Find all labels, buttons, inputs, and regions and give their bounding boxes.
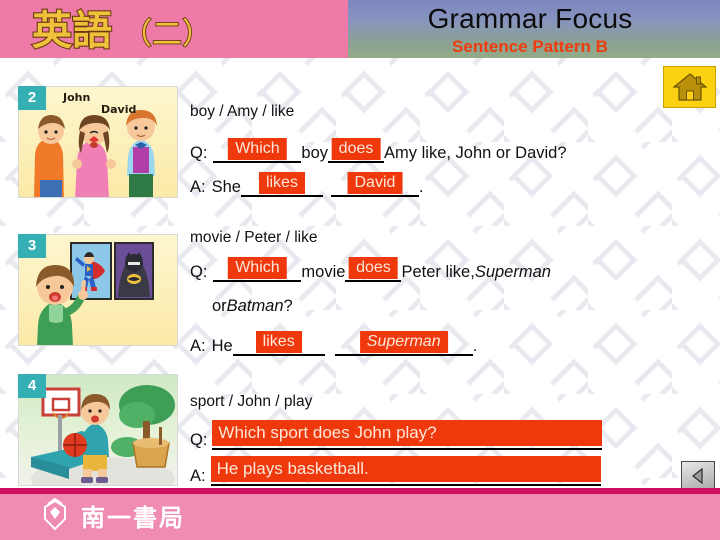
item-answer-line: A: He likes Superman . [190, 331, 478, 356]
publisher-logo: 南一書局 [38, 496, 185, 534]
q-text-1: movie [301, 263, 346, 281]
item-cue: sport / John / play [190, 393, 313, 410]
answer-blank[interactable]: does [328, 138, 385, 163]
picture-label-david: David [101, 103, 136, 116]
item-cue: boy / Amy / like [190, 103, 295, 120]
publisher-name: 南一書局 [81, 503, 185, 532]
a-label: A: [190, 467, 206, 485]
q-text-2: Amy like, John or David? [384, 144, 567, 162]
item-question-line: Q: Which sport does John play? [190, 420, 603, 450]
item-cue: movie / Peter / like [190, 229, 318, 246]
answer-chip: Which [228, 138, 287, 160]
item-question-wrap-line: or Batman ? [212, 297, 293, 316]
wrap-text-0: or [212, 297, 227, 315]
subject-logo: 英語 （二） [30, 4, 330, 56]
answer-blank[interactable]: Superman [334, 331, 473, 356]
item-question-line: Q: Which movie does Peter like, Superman [190, 257, 551, 282]
a-text-end: . [472, 337, 478, 355]
answer-chip: David [347, 172, 403, 194]
a-label: A: [190, 337, 206, 355]
q-label: Q: [190, 431, 208, 449]
home-button[interactable] [663, 66, 716, 108]
item-answer-line: A: She likes David . [190, 172, 424, 197]
answer-blank[interactable]: does [345, 257, 402, 282]
answer-blank[interactable]: likes [240, 172, 323, 197]
answer-blank[interactable]: Which [213, 257, 302, 282]
answer-blank[interactable]: likes [232, 331, 325, 356]
q-label: Q: [190, 144, 208, 162]
answer-chip: He plays basketball. [210, 456, 601, 482]
slide: 英語 （二） Grammar Focus Sentence Pattern B … [0, 0, 720, 540]
item-question-line: Q: Which boy does Amy like, John or Davi… [190, 138, 567, 163]
q-text-1: boy [301, 144, 329, 162]
a-text-0: He [211, 337, 233, 355]
svg-text:（二）: （二） [122, 17, 212, 52]
item-number-badge: 4 [18, 374, 46, 398]
a-text-end: . [418, 178, 424, 196]
answer-blank[interactable]: David [330, 172, 419, 197]
page-title: Grammar Focus [427, 3, 633, 34]
q-title-batman: Batman [226, 297, 284, 315]
q-text-2: Peter like, [401, 263, 475, 281]
footer-rule [0, 488, 720, 494]
home-icon [672, 73, 707, 101]
back-arrow-icon [692, 467, 703, 485]
answer-chip: Which sport does John play? [212, 420, 603, 446]
question-answer-bar[interactable]: Which sport does John play? [212, 420, 603, 450]
svg-text:英語: 英語 [32, 8, 112, 54]
q-label: Q: [190, 263, 208, 281]
a-label: A: [190, 178, 206, 196]
wrap-text-2: ? [283, 297, 293, 315]
answer-chip: likes [258, 172, 305, 194]
answer-blank[interactable]: Which [213, 138, 302, 163]
picture-label-john: John [62, 91, 90, 104]
answer-chip: Which [228, 257, 287, 279]
item-answer-line: A: He plays basketball. [190, 456, 601, 486]
answer-chip: does [349, 257, 398, 279]
back-button[interactable] [681, 461, 715, 491]
item-number-badge: 2 [18, 86, 46, 110]
answer-chip: does [331, 138, 381, 160]
q-title-superman: Superman [474, 263, 551, 281]
page-subtitle: Sentence Pattern B [452, 37, 608, 56]
answer-chip: Superman [359, 331, 448, 353]
item-number-badge: 3 [18, 234, 46, 258]
a-text-0: She [211, 178, 241, 196]
publisher-emblem-icon [44, 498, 66, 531]
answer-answer-bar[interactable]: He plays basketball. [210, 456, 601, 486]
answer-chip: likes [255, 331, 302, 353]
